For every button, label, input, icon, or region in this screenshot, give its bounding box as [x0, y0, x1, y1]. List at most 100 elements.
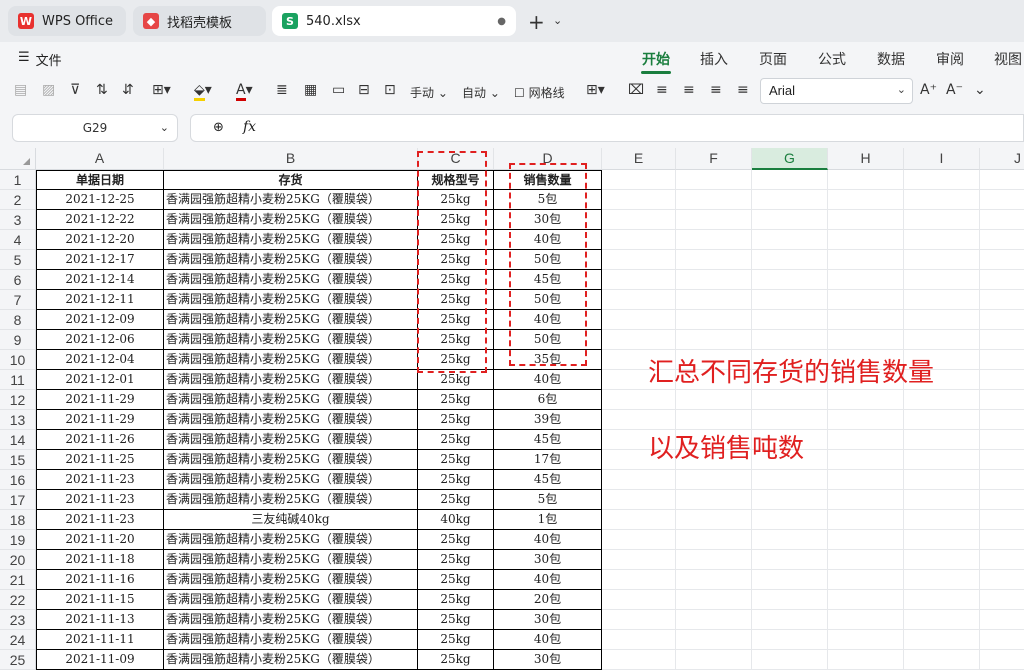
select-all-corner[interactable] — [0, 148, 36, 170]
table-cell[interactable]: 香满园强筋超精小麦粉25KG（覆膜袋） — [164, 470, 418, 490]
table-cell[interactable]: 40包 — [494, 370, 602, 390]
formula-input[interactable]: ⊕ fx — [190, 114, 1024, 142]
font-family-select[interactable]: Arial ⌄ — [760, 78, 913, 104]
column-header-h[interactable]: H — [828, 148, 904, 170]
decrease-font-icon[interactable]: A⁻ — [946, 82, 963, 98]
column-header-a[interactable]: A — [36, 148, 164, 170]
table-cell[interactable]: 香满园强筋超精小麦粉25KG（覆膜袋） — [164, 250, 418, 270]
manual-dropdown[interactable]: 手动 ⌄ — [410, 84, 448, 101]
table-cell[interactable]: 香满园强筋超精小麦粉25KG（覆膜袋） — [164, 210, 418, 230]
row-header[interactable]: 6 — [0, 270, 36, 290]
column-header-j[interactable]: J — [980, 148, 1024, 170]
table-cell[interactable]: 2021-12-09 — [36, 310, 164, 330]
table-cell[interactable]: 2021-11-15 — [36, 590, 164, 610]
table-cell[interactable]: 2021-11-20 — [36, 530, 164, 550]
row-header[interactable]: 10 — [0, 350, 36, 370]
table-cell[interactable]: 25kg — [418, 630, 494, 650]
table-style-icon[interactable]: ⊞▾ — [586, 82, 605, 98]
table-cell[interactable]: 2021-11-09 — [36, 650, 164, 670]
table-cell[interactable]: 40包 — [494, 530, 602, 550]
table-cell[interactable]: 45包 — [494, 430, 602, 450]
row-header[interactable]: 13 — [0, 410, 36, 430]
table-cell[interactable]: 25kg — [418, 610, 494, 630]
row-header[interactable]: 11 — [0, 370, 36, 390]
row-header[interactable]: 5 — [0, 250, 36, 270]
freeze-icon[interactable]: ⊡ — [384, 82, 396, 98]
file-menu[interactable]: ☰ 文件 — [18, 50, 62, 69]
table-cell[interactable]: 香满园强筋超精小麦粉25KG（覆膜袋） — [164, 330, 418, 350]
clear-format-icon[interactable]: ⌧ — [628, 82, 644, 98]
table-header-cell[interactable]: 单据日期 — [36, 170, 164, 190]
table-cell[interactable]: 2021-11-23 — [36, 470, 164, 490]
row-header[interactable]: 23 — [0, 610, 36, 630]
table-cell[interactable]: 2021-12-04 — [36, 350, 164, 370]
table-cell[interactable]: 香满园强筋超精小麦粉25KG（覆膜袋） — [164, 390, 418, 410]
row-header[interactable]: 25 — [0, 650, 36, 670]
table-cell[interactable]: 2021-11-26 — [36, 430, 164, 450]
increase-font-icon[interactable]: A⁺ — [920, 82, 937, 98]
gridlines-checkbox[interactable]: ☐ 网格线 — [514, 84, 565, 101]
table-cell[interactable]: 2021-12-17 — [36, 250, 164, 270]
format-painter-icon[interactable]: ▨ — [42, 82, 55, 98]
ribbon-tab-page[interactable]: 页面 — [759, 49, 787, 69]
unsaved-dot-icon[interactable]: ● — [497, 16, 506, 27]
table-cell[interactable]: 2021-12-25 — [36, 190, 164, 210]
sort-ascending-icon[interactable]: ⇅ — [96, 82, 108, 98]
zoom-icon[interactable]: ⊕ — [213, 120, 224, 135]
table-cell[interactable]: 2021-12-14 — [36, 270, 164, 290]
row-header[interactable]: 7 — [0, 290, 36, 310]
table-cell[interactable]: 25kg — [418, 530, 494, 550]
row-header[interactable]: 19 — [0, 530, 36, 550]
row-header[interactable]: 12 — [0, 390, 36, 410]
table-cell[interactable]: 25kg — [418, 390, 494, 410]
sort-descending-icon[interactable]: ⇵ — [122, 82, 134, 98]
paste-icon[interactable]: ▤ — [14, 82, 27, 98]
table-cell[interactable]: 香满园强筋超精小麦粉25KG（覆膜袋） — [164, 270, 418, 290]
table-cell[interactable]: 17包 — [494, 450, 602, 470]
table-cell[interactable]: 香满园强筋超精小麦粉25KG（覆膜袋） — [164, 370, 418, 390]
table-cell[interactable]: 香满园强筋超精小麦粉25KG（覆膜袋） — [164, 630, 418, 650]
ribbon-tab-view[interactable]: 视图 — [994, 49, 1022, 69]
table-cell[interactable]: 40包 — [494, 630, 602, 650]
table-cell[interactable]: 25kg — [418, 590, 494, 610]
ribbon-tab-formula[interactable]: 公式 — [818, 49, 846, 69]
table-cell[interactable]: 6包 — [494, 390, 602, 410]
table-cell[interactable]: 30包 — [494, 650, 602, 670]
border-icon[interactable]: ⊞▾ — [152, 82, 171, 98]
table-cell[interactable]: 40kg — [418, 510, 494, 530]
table-cell[interactable]: 香满园强筋超精小麦粉25KG（覆膜袋） — [164, 410, 418, 430]
table-cell[interactable]: 2021-11-29 — [36, 390, 164, 410]
table-header-cell[interactable]: 存货 — [164, 170, 418, 190]
table-cell[interactable]: 25kg — [418, 370, 494, 390]
table-cell[interactable]: 香满园强筋超精小麦粉25KG（覆膜袋） — [164, 310, 418, 330]
new-tab-button[interactable]: + — [528, 10, 545, 34]
table-cell[interactable]: 香满园强筋超精小麦粉25KG（覆膜袋） — [164, 610, 418, 630]
tab-document[interactable]: S 540.xlsx ● — [272, 6, 516, 36]
justify-icon[interactable]: ≡ — [737, 82, 749, 98]
table-cell[interactable]: 香满园强筋超精小麦粉25KG（覆膜袋） — [164, 490, 418, 510]
column-header-i[interactable]: I — [904, 148, 980, 170]
row-header[interactable]: 22 — [0, 590, 36, 610]
font-color-icon[interactable]: A▾ — [236, 82, 253, 101]
column-header-f[interactable]: F — [676, 148, 752, 170]
column-header-g[interactable]: G — [752, 148, 828, 170]
column-header-e[interactable]: E — [602, 148, 676, 170]
table-cell[interactable]: 30包 — [494, 550, 602, 570]
row-col-icon[interactable]: ▭ — [332, 82, 345, 98]
ribbon-tab-insert[interactable]: 插入 — [700, 49, 728, 69]
row-header[interactable]: 15 — [0, 450, 36, 470]
table-cell[interactable]: 39包 — [494, 410, 602, 430]
fx-icon[interactable]: fx — [243, 119, 256, 135]
row-header[interactable]: 14 — [0, 430, 36, 450]
table-cell[interactable]: 25kg — [418, 570, 494, 590]
table-cell[interactable]: 2021-11-18 — [36, 550, 164, 570]
fill-color-icon[interactable]: ⬙▾ — [194, 82, 212, 101]
table-cell[interactable]: 2021-11-29 — [36, 410, 164, 430]
table-cell[interactable]: 香满园强筋超精小麦粉25KG（覆膜袋） — [164, 430, 418, 450]
table-cell[interactable]: 2021-11-11 — [36, 630, 164, 650]
row-header[interactable]: 8 — [0, 310, 36, 330]
row-header[interactable]: 17 — [0, 490, 36, 510]
table-cell[interactable]: 25kg — [418, 650, 494, 670]
table-cell[interactable]: 香满园强筋超精小麦粉25KG（覆膜袋） — [164, 190, 418, 210]
table-cell[interactable]: 2021-12-11 — [36, 290, 164, 310]
